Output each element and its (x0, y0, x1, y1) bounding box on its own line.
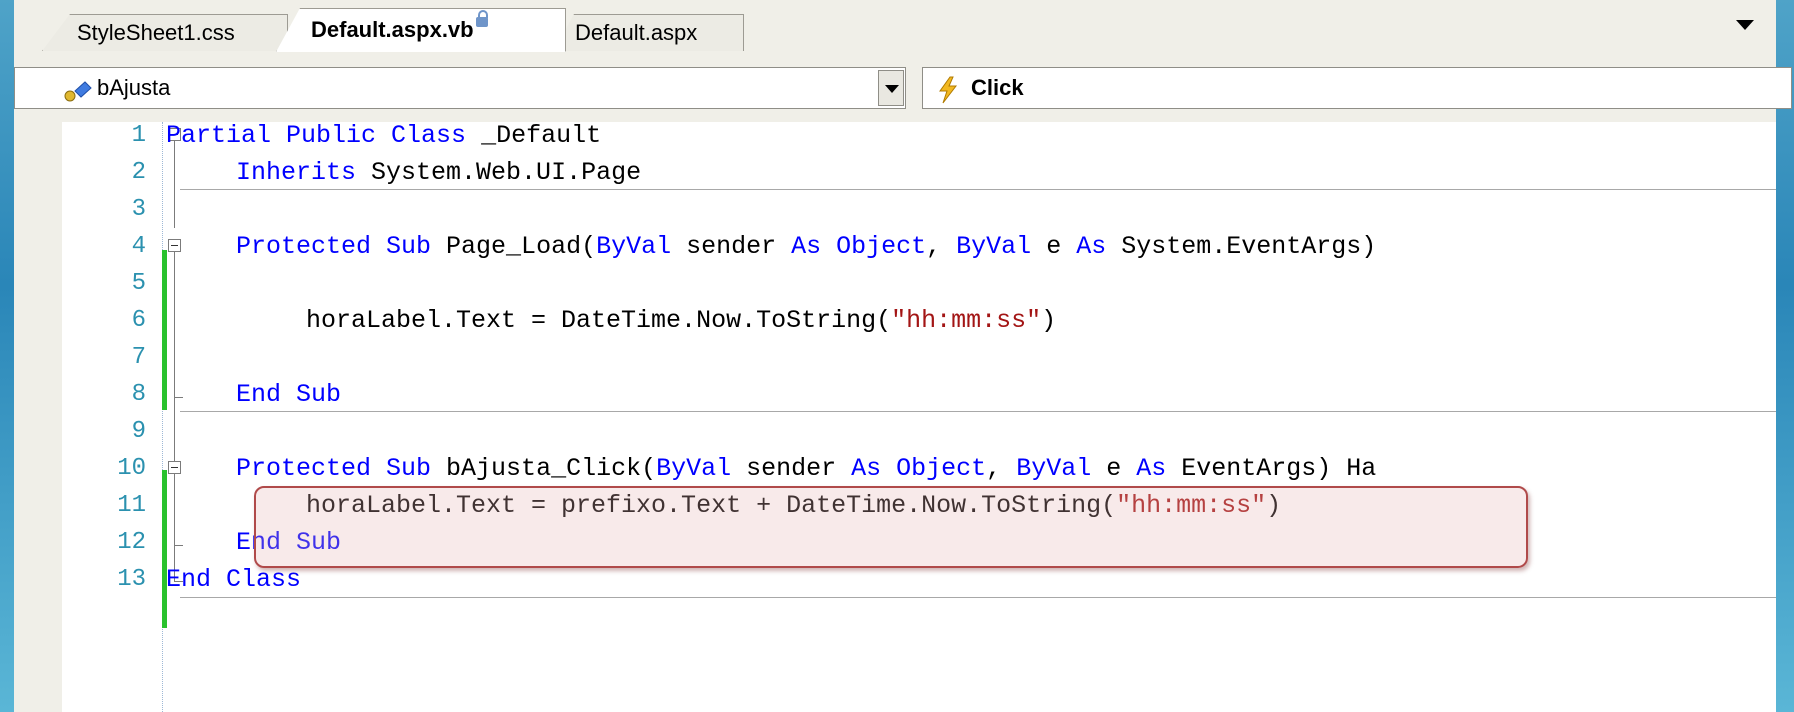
changed-lines-bar (162, 250, 167, 410)
keyword: ByVal (1016, 454, 1092, 483)
lock-icon (475, 10, 488, 27)
code-text: Page_Load( (431, 232, 597, 261)
procedure-separator (180, 597, 1776, 598)
code-text: e (1091, 454, 1137, 483)
keyword: Inherits (236, 158, 357, 187)
keyword: End Class (166, 565, 302, 594)
member-combo-value: bAjusta (97, 75, 171, 100)
tab-stylesheet1-css[interactable]: StyleSheet1.css (42, 14, 288, 51)
code-line-1[interactable]: Partial Public Class _Default (166, 117, 601, 154)
collapse-sub-icon[interactable] (168, 239, 181, 252)
tab-default-aspx-vb[interactable]: Default.aspx.vb (276, 8, 566, 52)
keyword: ByVal (956, 232, 1032, 261)
code-text: System.EventArgs) (1106, 232, 1377, 261)
code-line-6[interactable]: horaLabel.Text = DateTime.Now.ToString("… (306, 302, 1056, 339)
code-text: , (986, 454, 1017, 483)
code-text: ) (1041, 306, 1057, 335)
line-number: 2 (131, 159, 146, 186)
code-text: sender (731, 454, 852, 483)
keyword: ByVal (596, 232, 672, 261)
keyword: Protected Sub (236, 232, 432, 261)
code-text: _Default (466, 121, 602, 150)
line-number: 5 (131, 270, 146, 297)
line-number: 8 (131, 381, 146, 408)
event-combo[interactable]: Click (922, 67, 1792, 109)
outline-guide (174, 252, 175, 398)
line-number: 4 (131, 233, 146, 260)
keyword: As Object (851, 454, 987, 483)
keyword: As Object (791, 232, 927, 261)
keyword: End Sub (236, 380, 342, 409)
outline-end (174, 397, 183, 398)
highlight-callout (254, 486, 1528, 568)
procedure-separator (180, 411, 1776, 412)
tab-label: Default.aspx.vb (311, 17, 474, 42)
line-number: 6 (131, 307, 146, 334)
outline-guide (174, 141, 175, 228)
document-tab-strip: StyleSheet1.css Default.aspx.vb Default.… (14, 0, 1776, 53)
background-left-edge (0, 0, 14, 712)
code-line-8[interactable]: End Sub (236, 376, 341, 413)
outline-guide (174, 398, 175, 462)
keyword: Protected Sub (236, 454, 432, 483)
code-navigation-bar: bAjusta Click (14, 52, 1792, 123)
tab-default-aspx[interactable]: Default.aspx (554, 14, 744, 51)
line-number: 13 (117, 566, 146, 593)
tab-list-dropdown-icon[interactable] (1736, 20, 1754, 30)
keyword: Partial Public Class (166, 121, 467, 150)
code-text: sender (671, 232, 792, 261)
keyword: As (1076, 232, 1107, 261)
string-literal: "hh:mm:ss" (891, 306, 1042, 335)
line-number: 11 (117, 492, 146, 519)
keyword: As (1136, 454, 1167, 483)
tab-label: StyleSheet1.css (77, 20, 235, 45)
code-line-4[interactable]: Protected Sub Page_Load(ByVal sender As … (236, 228, 1376, 265)
outline-end (174, 545, 183, 546)
tab-label: Default.aspx (575, 20, 698, 45)
line-number: 10 (117, 455, 146, 482)
code-text: horaLabel.Text = DateTime.Now.ToString( (306, 306, 892, 335)
event-combo-value: Click (971, 75, 1024, 100)
keyword: ByVal (656, 454, 732, 483)
line-number: 3 (131, 196, 146, 223)
line-number: 7 (131, 344, 146, 371)
outline-guide (174, 474, 175, 546)
collapse-sub-icon[interactable] (168, 461, 181, 474)
code-line-2[interactable]: Inherits System.Web.UI.Page (236, 154, 641, 191)
code-text: e (1031, 232, 1077, 261)
member-dropdown-button[interactable] (878, 70, 904, 106)
code-text: , (926, 232, 957, 261)
code-line-10[interactable]: Protected Sub bAjusta_Click(ByVal sender… (236, 450, 1376, 487)
code-editor[interactable]: 1 2 3 4 5 6 7 8 9 10 11 12 13 Partial Pu… (14, 121, 1776, 712)
code-text: bAjusta_Click( (431, 454, 657, 483)
member-combo[interactable]: bAjusta (14, 67, 906, 109)
member-key-icon (64, 81, 92, 102)
lightning-icon (939, 76, 958, 104)
line-number: 9 (131, 418, 146, 445)
line-number: 1 (131, 122, 146, 149)
line-number: 12 (117, 529, 146, 556)
code-text: EventArgs) Ha (1166, 454, 1377, 483)
code-text: System.Web.UI.Page (356, 158, 642, 187)
